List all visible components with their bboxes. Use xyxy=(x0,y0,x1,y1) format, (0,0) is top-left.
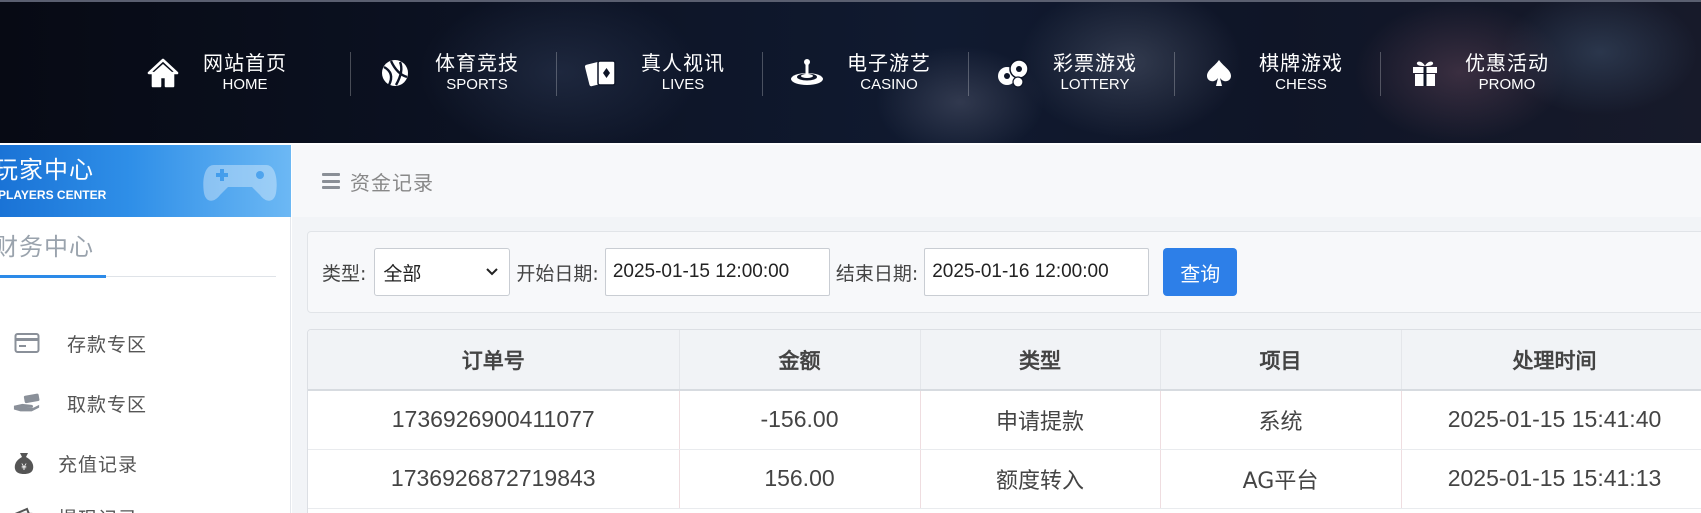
gift-icon xyxy=(1407,55,1443,91)
home-icon xyxy=(145,55,181,91)
lottery-balls-icon xyxy=(995,55,1031,91)
main-nav: 网站首页 HOME 体育竞技 SPORTS 真人视讯 LIVES 电子游艺 CA… xyxy=(145,48,1587,98)
nav-label-cn: 优惠活动 xyxy=(1465,51,1549,75)
nav-label-cn: 真人视讯 xyxy=(641,51,725,75)
process-time-cell: 2025-01-15 15:41:13 xyxy=(1401,449,1701,509)
type-select[interactable]: 全部 xyxy=(374,248,511,296)
nav-item-promo[interactable]: 优惠活动 PROMO xyxy=(1380,48,1587,98)
amount-cell: 156.00 xyxy=(679,449,921,509)
sidebar-item-withdraw[interactable]: 取款专区 xyxy=(0,383,276,423)
svg-text:¥: ¥ xyxy=(21,463,27,473)
column-header: 金额 xyxy=(679,330,921,391)
project-cell: AG平台 xyxy=(1160,449,1402,509)
slot-machine-icon xyxy=(789,55,825,91)
sidebar-item-deposit[interactable]: 存款专区 xyxy=(0,323,276,363)
breadcrumb: 资金记录 xyxy=(292,145,1701,217)
sidebar: 玩家中心 PLAYERS CENTER 财务中心 存款专区 取款专区 ¥ 充值记… xyxy=(0,145,291,513)
order-number-cell: 1736926872719843 xyxy=(308,449,680,509)
column-header: 订单号 xyxy=(308,330,680,391)
nav-item-sports[interactable]: 体育竞技 SPORTS xyxy=(350,48,557,98)
chevron-down-icon xyxy=(486,268,499,276)
sidebar-item-label: 充值记录 xyxy=(58,453,139,476)
nav-item-casino[interactable]: 电子游艺 CASINO xyxy=(762,48,969,98)
column-header: 处理时间 xyxy=(1401,330,1701,391)
nav-item-lives[interactable]: 真人视讯 LIVES xyxy=(556,48,763,98)
column-header: 类型 xyxy=(920,330,1161,391)
spade-icon xyxy=(1201,55,1237,91)
nav-item-chess[interactable]: 棋牌游戏 CHESS xyxy=(1174,48,1381,98)
player-center-subtitle: PLAYERS CENTER xyxy=(0,188,107,202)
nav-label-en: LOTTERY xyxy=(1060,76,1130,93)
sidebar-item-label: 存款专区 xyxy=(67,333,148,356)
card-icon xyxy=(13,329,41,357)
start-date-label: 开始日期: xyxy=(516,262,599,285)
start-date-input[interactable] xyxy=(604,248,830,296)
table-header-row: 订单号 金额 类型 项目 处理时间 xyxy=(308,330,1701,391)
main-content: 资金记录 类型: 全部 开始日期: 结束日期: 查询 订单号 金额 类型 xyxy=(292,145,1701,513)
gamepad-icon xyxy=(203,165,277,201)
type-cell: 申请提款 xyxy=(920,390,1161,450)
player-center-banner: 玩家中心 PLAYERS CENTER xyxy=(0,145,291,217)
nav-label-cn: 电子游艺 xyxy=(847,51,931,75)
player-center-title: 玩家中心 xyxy=(0,156,94,184)
page-title: 资金记录 xyxy=(350,170,434,195)
nav-label-cn: 棋牌游戏 xyxy=(1259,51,1343,75)
table-row: 1736926872719843 156.00 额度转入 AG平台 2025-0… xyxy=(308,449,1701,509)
type-label: 类型: xyxy=(322,262,367,285)
filter-bar: 类型: 全部 开始日期: 结束日期: 查询 xyxy=(307,231,1701,313)
menu-icon[interactable] xyxy=(322,173,340,189)
type-select-value: 全部 xyxy=(383,262,422,285)
nav-label-en: CASINO xyxy=(860,76,918,93)
table-row: 1736926900411077 -156.00 申请提款 系统 2025-01… xyxy=(308,390,1701,450)
nav-item-home[interactable]: 网站首页 HOME xyxy=(145,48,351,98)
nav-label-en: LIVES xyxy=(661,76,705,93)
nav-label-cn: 体育竞技 xyxy=(435,51,519,75)
finance-center-title: 财务中心 xyxy=(0,233,94,261)
end-date-input[interactable] xyxy=(924,248,1150,296)
nav-item-lottery[interactable]: 彩票游戏 LOTTERY xyxy=(968,48,1175,98)
nav-label-cn: 彩票游戏 xyxy=(1053,51,1137,75)
sidebar-item-recharge-records[interactable]: ¥ 充值记录 xyxy=(0,443,276,483)
project-cell: 系统 xyxy=(1160,390,1402,450)
cards-icon xyxy=(583,55,619,91)
nav-label-cn: 网站首页 xyxy=(203,51,287,75)
column-header: 项目 xyxy=(1160,330,1402,391)
type-cell: 额度转入 xyxy=(920,449,1161,509)
section-divider-active xyxy=(0,275,106,278)
nav-label-en: CHESS xyxy=(1275,76,1327,93)
hand-cash-icon xyxy=(13,389,41,417)
sidebar-item-label: 提现记录 xyxy=(58,504,138,513)
sidebar-item-withdraw-records[interactable]: 提现记录 xyxy=(0,497,276,513)
sports-ball-icon xyxy=(377,55,413,91)
money-bag-icon: ¥ xyxy=(10,449,38,477)
nav-label-en: HOME xyxy=(222,76,268,93)
order-number-cell: 1736926900411077 xyxy=(308,390,680,450)
amount-cell: -156.00 xyxy=(679,390,921,450)
nav-label-en: PROMO xyxy=(1478,76,1536,93)
end-date-label: 结束日期: xyxy=(835,262,919,285)
records-table: 订单号 金额 类型 项目 处理时间 1736926900411077 -156.… xyxy=(307,329,1701,513)
wallet-icon xyxy=(10,503,38,513)
process-time-cell: 2025-01-15 15:41:40 xyxy=(1401,390,1701,450)
query-button[interactable]: 查询 xyxy=(1163,248,1238,296)
top-banner: 网站首页 HOME 体育竞技 SPORTS 真人视讯 LIVES 电子游艺 CA… xyxy=(0,0,1701,143)
sidebar-item-label: 取款专区 xyxy=(67,393,148,416)
nav-label-en: SPORTS xyxy=(446,76,508,93)
